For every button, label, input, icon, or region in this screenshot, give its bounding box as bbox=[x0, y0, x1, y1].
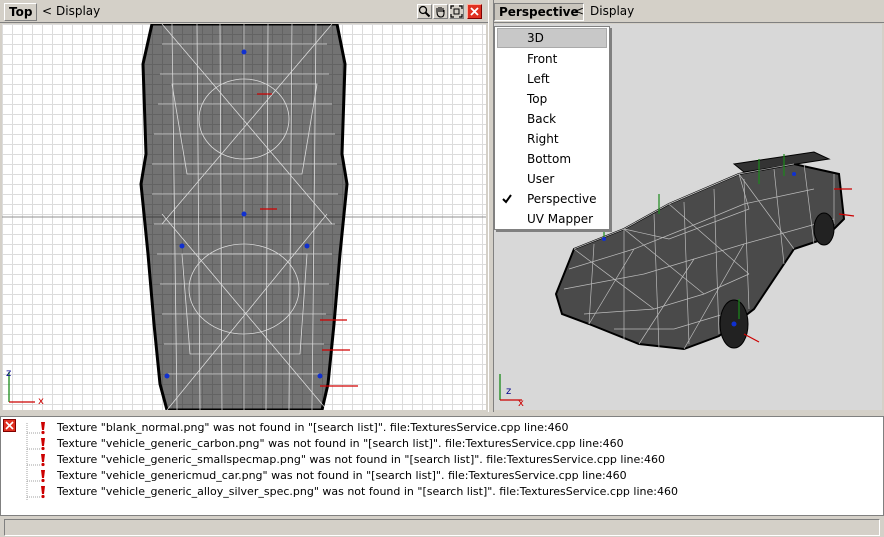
menu-item-label: 3D bbox=[527, 31, 544, 45]
close-log-icon[interactable] bbox=[3, 419, 16, 432]
menu-item-front[interactable]: Front bbox=[495, 49, 609, 69]
axis-z-label: z bbox=[6, 368, 12, 379]
axis-x-label: x bbox=[518, 398, 524, 409]
menu-item-label: Back bbox=[527, 112, 557, 126]
menu-item-label: Left bbox=[527, 72, 550, 86]
menu-item-label: UV Mapper bbox=[527, 212, 594, 226]
menu-item-label: Perspective bbox=[527, 192, 597, 206]
menu-item-label: User bbox=[527, 172, 555, 186]
menu-item-label: Front bbox=[527, 52, 558, 66]
menu-item-left[interactable]: Left bbox=[495, 69, 609, 89]
log-message[interactable]: Texture "vehicle_generic_smallspecmap.pn… bbox=[57, 452, 665, 468]
menu-item-label: Bottom bbox=[527, 152, 572, 166]
top-viewport-header: Top < Display bbox=[0, 0, 488, 23]
menu-item-label: Top bbox=[527, 92, 548, 106]
menu-item-bottom[interactable]: Bottom bbox=[495, 149, 609, 169]
view-name-button[interactable]: Top bbox=[4, 3, 38, 21]
top-viewport-pane: Top < Display z x bbox=[0, 0, 488, 412]
zoom-icon[interactable] bbox=[417, 4, 432, 19]
axis-x-label: x bbox=[38, 396, 44, 407]
warning-icon bbox=[39, 421, 47, 435]
menu-item-user[interactable]: User bbox=[495, 169, 609, 189]
log-message[interactable]: Texture "vehicle_generic_alloy_silver_sp… bbox=[57, 484, 678, 500]
car-wireframe-top bbox=[2, 24, 486, 410]
view-mode-menu: 3D Front Left Top Back Right Bottom User… bbox=[494, 26, 610, 230]
warning-icon bbox=[39, 453, 47, 467]
display-menu-label[interactable]: Display bbox=[56, 3, 100, 19]
perspective-viewport-header: Perspective < Display bbox=[494, 0, 884, 23]
menu-item-top[interactable]: Top bbox=[495, 89, 609, 109]
display-toggle-glyph[interactable]: < bbox=[42, 3, 52, 19]
log-panel: Texture "blank_normal.png" was not found… bbox=[0, 416, 884, 516]
menu-item-label: Right bbox=[527, 132, 559, 146]
display-menu-label[interactable]: Display bbox=[590, 3, 634, 19]
view-name-button[interactable]: Perspective bbox=[494, 3, 584, 21]
menu-item-back[interactable]: Back bbox=[495, 109, 609, 129]
warning-icon bbox=[39, 469, 47, 483]
log-message[interactable]: Texture "vehicle_genericmud_car.png" was… bbox=[57, 468, 627, 484]
close-icon[interactable] bbox=[467, 4, 482, 19]
fit-view-icon[interactable] bbox=[449, 4, 464, 19]
warning-icon bbox=[39, 485, 47, 499]
display-toggle-glyph[interactable]: < bbox=[574, 3, 584, 19]
axis-z-label: z bbox=[506, 386, 512, 397]
menu-item-perspective[interactable]: Perspective bbox=[495, 189, 609, 209]
menu-item-uv-mapper[interactable]: UV Mapper bbox=[495, 209, 609, 229]
pan-hand-icon[interactable] bbox=[433, 4, 448, 19]
top-view-canvas[interactable]: z x bbox=[2, 24, 486, 410]
menu-item-3d[interactable]: 3D bbox=[497, 28, 607, 48]
menu-item-right[interactable]: Right bbox=[495, 129, 609, 149]
warning-icon bbox=[39, 437, 47, 451]
log-message[interactable]: Texture "blank_normal.png" was not found… bbox=[57, 420, 569, 436]
status-bar bbox=[4, 519, 880, 536]
log-message[interactable]: Texture "vehicle_generic_carbon.png" was… bbox=[57, 436, 624, 452]
